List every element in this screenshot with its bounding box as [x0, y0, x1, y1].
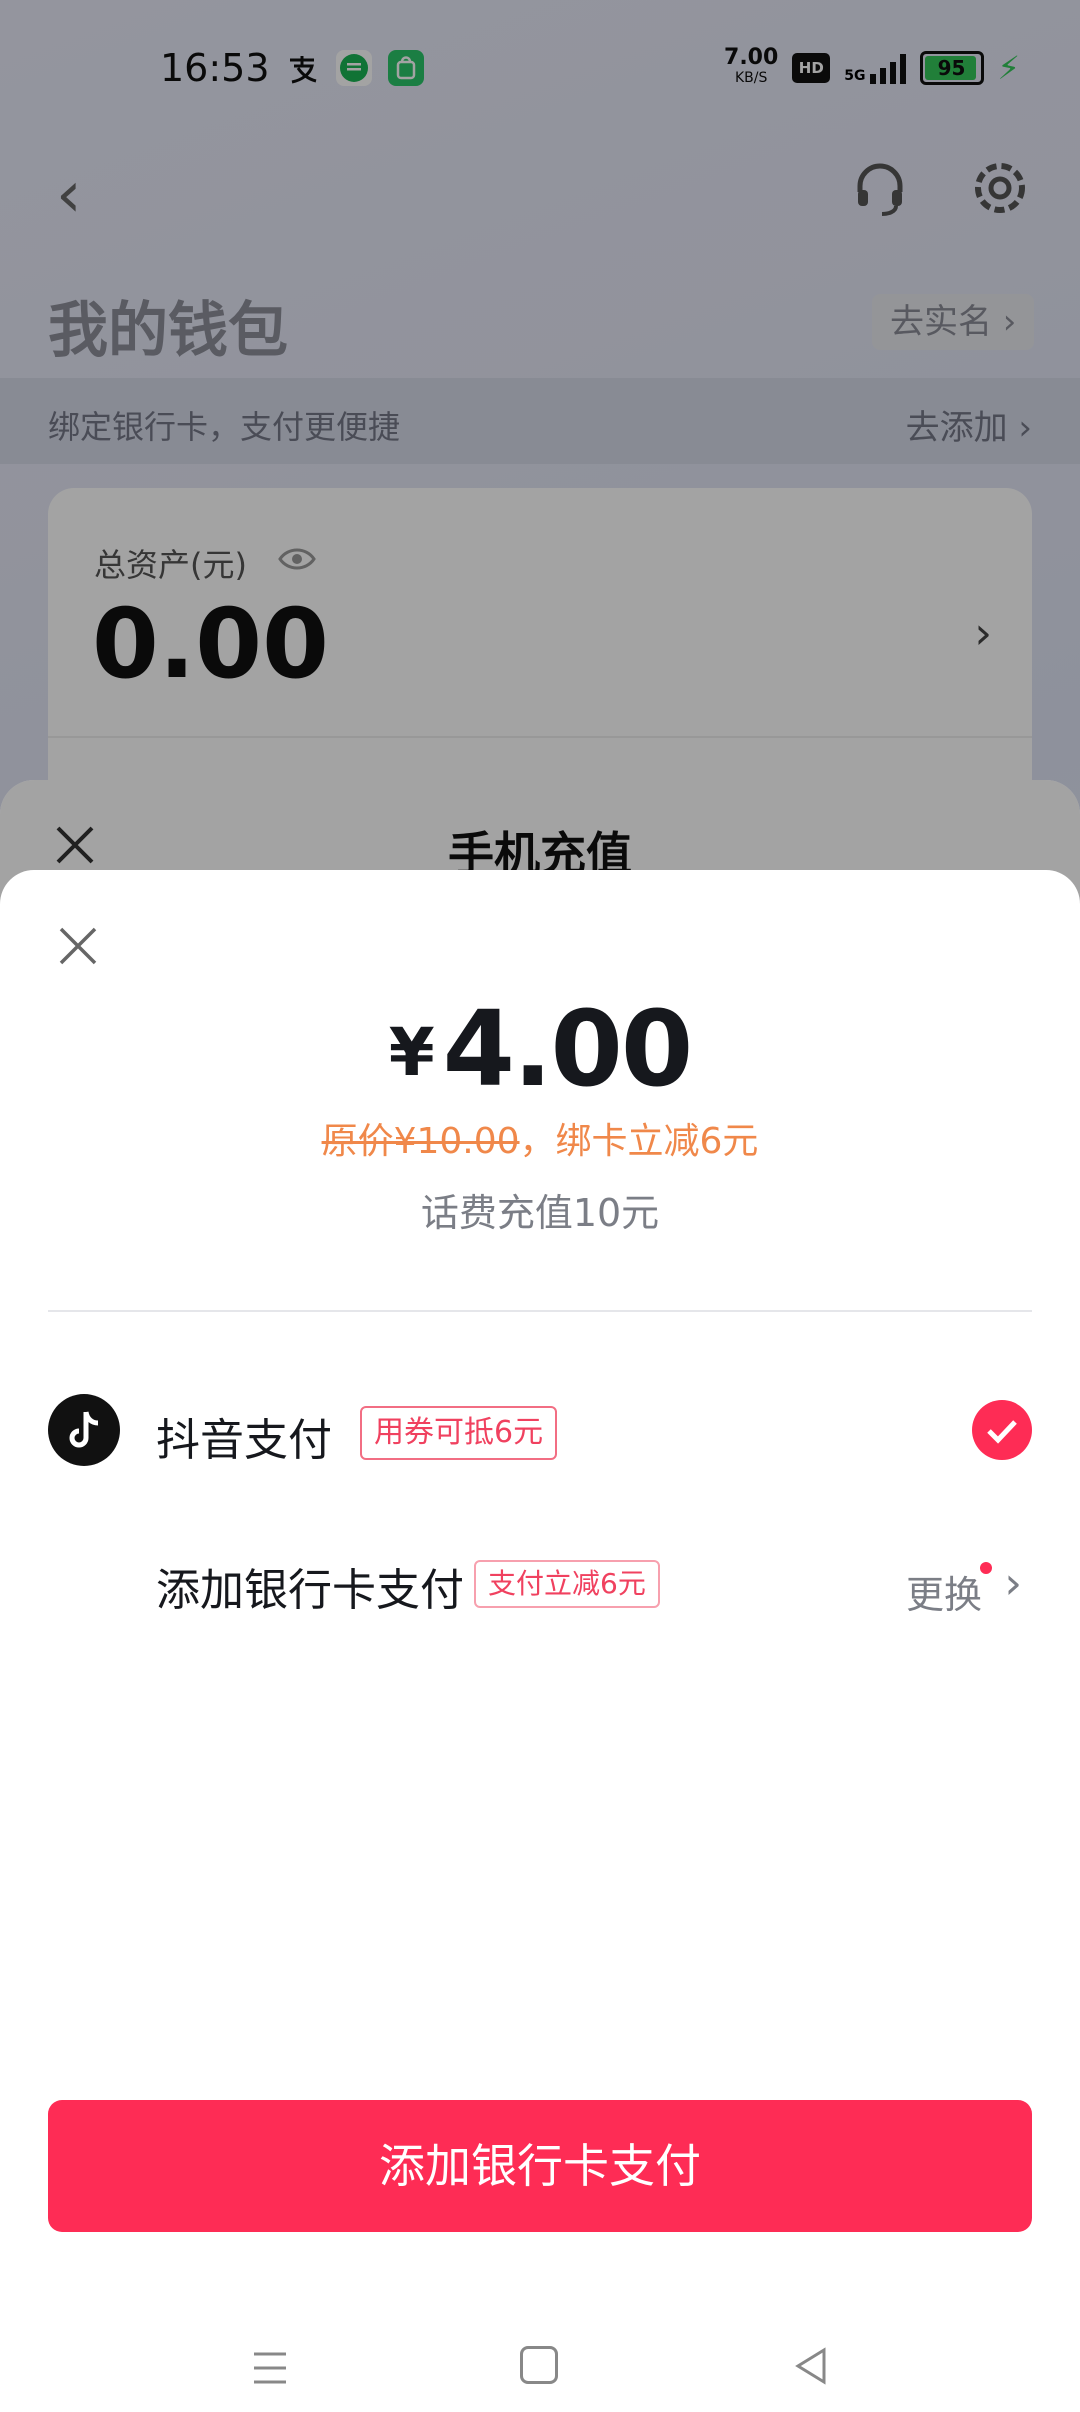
change-payment-link[interactable]: 更换 [906, 1564, 982, 1619]
chevron-right-icon[interactable]: › [1004, 1558, 1022, 1609]
back-triangle-icon[interactable] [790, 2344, 834, 2388]
order-description: 话费充值10元 [420, 1191, 660, 1235]
douyin-logo-icon [48, 1394, 120, 1466]
payment-sheet: ¥4.00 原价¥10.00，绑卡立减6元 话费充值10元 抖音支付 用券可抵6… [0, 870, 1080, 2412]
payment-option-name: 添加银行卡支付 [156, 1565, 464, 1616]
menu-icon[interactable] [250, 2348, 290, 2388]
checkmark-selected-icon[interactable] [972, 1400, 1032, 1460]
home-square-icon[interactable] [520, 2346, 558, 2384]
discount-info: 原价¥10.00，绑卡立减6元 [0, 1112, 1080, 1164]
system-nav-bar [0, 2310, 1080, 2410]
discount-note: ，绑卡立减6元 [519, 1121, 759, 1162]
currency-symbol: ¥ [388, 1014, 435, 1091]
payment-option-bank-card[interactable]: 添加银行卡支付 支付立减6元 更换 › [48, 1542, 1032, 1632]
payment-option-name: 抖音支付 [156, 1415, 332, 1466]
amount-value: 4.00 [442, 988, 694, 1110]
red-dot-badge [980, 1562, 992, 1574]
payment-amount: ¥4.00 [0, 988, 1080, 1110]
coupon-tag: 用券可抵6元 [360, 1406, 558, 1460]
close-icon[interactable] [56, 924, 100, 968]
add-bank-card-pay-button[interactable]: 添加银行卡支付 [48, 2100, 1032, 2232]
divider [48, 1310, 1032, 1312]
payment-option-douyin[interactable]: 抖音支付 用券可抵6元 [48, 1392, 1032, 1482]
original-price: 原价¥10.00 [321, 1121, 520, 1162]
discount-tag: 支付立减6元 [474, 1560, 660, 1608]
